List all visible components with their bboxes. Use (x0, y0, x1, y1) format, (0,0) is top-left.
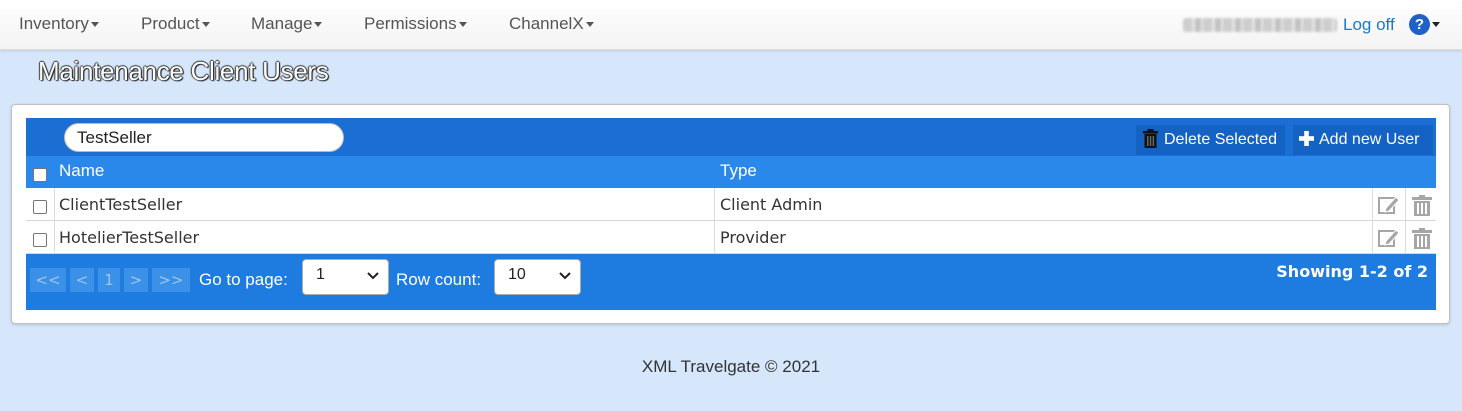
nav-menu-permissions[interactable]: Permissions (364, 14, 467, 34)
edit-icon[interactable] (1378, 228, 1400, 253)
column-divider (1372, 188, 1373, 221)
go-to-page-label: Go to page: (199, 270, 288, 289)
row-count-select[interactable]: 10 (494, 259, 581, 295)
delete-selected-label: Delete Selected (1164, 131, 1277, 148)
cell-type: Provider (720, 228, 786, 247)
nav-menu-product[interactable]: Product (141, 14, 210, 34)
first-page-button[interactable]: << (30, 268, 66, 292)
caret-down-icon (458, 22, 467, 28)
row-checkbox[interactable] (33, 200, 47, 214)
table-row[interactable]: HotelierTestSeller Provider (26, 221, 1436, 254)
blurred-username (1183, 18, 1337, 32)
page-title: Maintenance Client Users (38, 56, 329, 86)
plus-icon (1299, 130, 1314, 146)
edit-icon[interactable] (1378, 195, 1400, 220)
nav-menu-label: Inventory (19, 14, 89, 33)
go-to-page-value: 1 (316, 266, 325, 283)
cell-type: Client Admin (720, 195, 823, 214)
copyright-text: XML Travelgate © 2021 (641, 357, 821, 376)
column-divider (1372, 221, 1373, 254)
table-row[interactable]: ClientTestSeller Client Admin (26, 188, 1436, 221)
showing-count: Showing 1-2 of 2 (1276, 262, 1428, 281)
pager-bar: << < 1 > >> Go to page: 1 Row count: 10 … (26, 254, 1436, 310)
current-page-button[interactable]: 1 (98, 268, 120, 292)
table-header-row: Name Type (26, 156, 1436, 188)
nav-menu-label: Manage (251, 14, 313, 33)
cell-name: ClientTestSeller (59, 195, 183, 214)
column-header-name[interactable]: Name (59, 161, 104, 181)
last-page-button[interactable]: >> (152, 268, 190, 292)
column-divider (54, 188, 55, 221)
users-panel: Delete Selected Add new User Name Type C… (11, 104, 1450, 324)
column-divider (1405, 188, 1406, 221)
caret-down-icon (201, 22, 210, 28)
column-divider (54, 221, 55, 254)
next-page-button[interactable]: > (124, 268, 148, 292)
top-navbar: Inventory Product Manage Permissions Cha… (0, 0, 1462, 50)
row-checkbox[interactable] (33, 233, 47, 247)
nav-menu-label: ChannelX (509, 14, 584, 33)
chevron-down-icon (559, 272, 571, 280)
grid-toolbar: Delete Selected Add new User (26, 118, 1436, 156)
add-new-user-label: Add new User (1319, 131, 1420, 148)
caret-down-icon (585, 22, 594, 28)
help-menu[interactable]: ? (1409, 14, 1440, 36)
chevron-down-icon (367, 272, 379, 280)
select-all-checkbox[interactable] (33, 168, 47, 182)
logoff-link[interactable]: Log off (1343, 15, 1395, 35)
delete-row-icon[interactable] (1412, 228, 1432, 254)
nav-menu-label: Permissions (364, 14, 457, 33)
nav-menu-inventory[interactable]: Inventory (19, 14, 99, 34)
row-count-value: 10 (508, 266, 526, 283)
nav-menu-channelx[interactable]: ChannelX (509, 14, 594, 34)
column-divider (714, 188, 715, 221)
caret-down-icon (314, 22, 323, 28)
caret-down-icon (1432, 22, 1440, 27)
column-divider (1405, 221, 1406, 254)
trash-icon (1143, 128, 1158, 148)
go-to-page-select[interactable]: 1 (302, 259, 389, 295)
delete-selected-button[interactable]: Delete Selected (1136, 125, 1285, 155)
nav-menu-manage[interactable]: Manage (251, 14, 323, 34)
caret-down-icon (90, 22, 99, 28)
search-input[interactable] (64, 123, 344, 152)
nav-menu-label: Product (141, 14, 200, 33)
delete-row-icon[interactable] (1412, 195, 1432, 221)
column-header-type[interactable]: Type (720, 161, 757, 181)
column-divider (714, 221, 715, 254)
cell-name: HotelierTestSeller (59, 228, 200, 247)
prev-page-button[interactable]: < (70, 268, 94, 292)
row-count-label: Row count: (396, 270, 482, 289)
users-grid: Delete Selected Add new User Name Type C… (26, 118, 1436, 310)
add-new-user-button[interactable]: Add new User (1293, 125, 1433, 155)
help-icon: ? (1409, 14, 1430, 35)
